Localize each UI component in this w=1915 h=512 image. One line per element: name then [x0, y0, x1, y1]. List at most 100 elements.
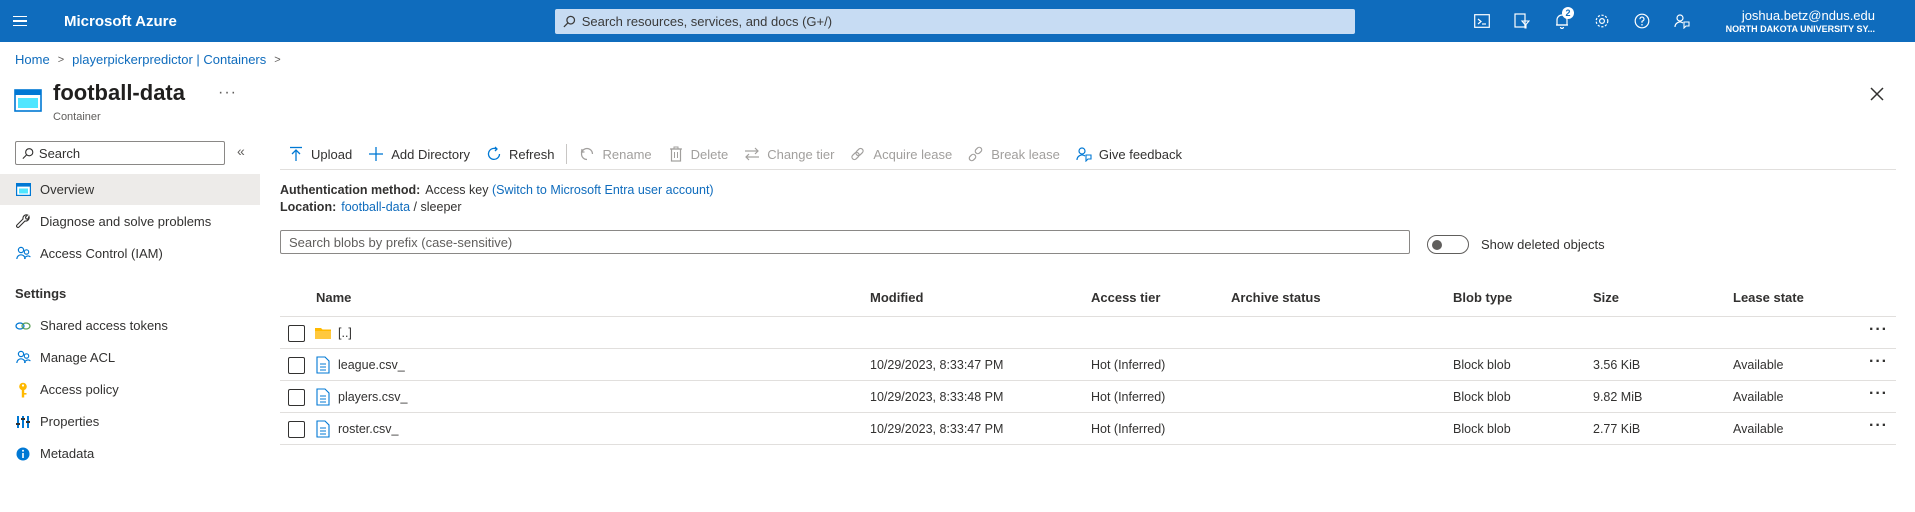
row-more-icon[interactable]: ···: [1869, 353, 1888, 371]
sidebar-item-overview[interactable]: Overview: [0, 174, 260, 205]
switch-auth-link[interactable]: (Switch to Microsoft Entra user account): [492, 183, 714, 197]
refresh-icon: [486, 146, 502, 162]
row-name[interactable]: players.csv_: [338, 390, 407, 404]
sidebar-item-metadata[interactable]: Metadata: [0, 438, 260, 469]
row-name[interactable]: league.csv_: [338, 358, 405, 372]
directory-filter-icon[interactable]: [1502, 0, 1542, 42]
column-header-lease-state[interactable]: Lease state: [1733, 290, 1804, 308]
breadcrumb-containers[interactable]: playerpickerpredictor | Containers: [72, 52, 266, 67]
lease-link-icon: [850, 146, 866, 162]
change-tier-button[interactable]: Change tier: [736, 142, 842, 166]
people-icon: [15, 350, 31, 366]
rename-button[interactable]: Rename: [571, 142, 659, 166]
trash-icon: [668, 146, 684, 162]
breadcrumb-home[interactable]: Home: [15, 52, 50, 67]
account-menu[interactable]: joshua.betz@ndus.edu NORTH DAKOTA UNIVER…: [1726, 8, 1875, 34]
sidebar-item-iam[interactable]: Access Control (IAM): [0, 238, 260, 269]
sidebar-item-diagnose[interactable]: Diagnose and solve problems: [0, 206, 260, 237]
column-header-archive-status[interactable]: Archive status: [1231, 290, 1321, 308]
show-deleted-toggle[interactable]: [1427, 235, 1469, 254]
close-icon[interactable]: [1867, 84, 1887, 104]
rename-icon: [579, 146, 595, 162]
row-checkbox[interactable]: [288, 389, 305, 406]
table-row-parent[interactable]: [..] ···: [280, 317, 1896, 349]
table-row[interactable]: league.csv_ 10/29/2023, 8:33:47 PM Hot (…: [280, 349, 1896, 381]
row-access-tier: Hot (Inferred): [1091, 390, 1166, 404]
brand-title[interactable]: Microsoft Azure: [64, 13, 177, 30]
give-feedback-button[interactable]: Give feedback: [1068, 142, 1190, 166]
acquire-lease-button[interactable]: Acquire lease: [842, 142, 960, 166]
row-blob-type: Block blob: [1453, 358, 1511, 372]
command-toolbar: Upload Add Directory Refresh Rename Dele…: [280, 142, 1190, 166]
page-title: football-data: [53, 80, 185, 105]
row-name[interactable]: roster.csv_: [338, 422, 398, 436]
row-lease-state: Available: [1733, 390, 1784, 404]
upload-label: Upload: [311, 146, 353, 162]
sidebar-item-manage-acl[interactable]: Manage ACL: [0, 342, 260, 373]
row-more-icon[interactable]: ···: [1869, 321, 1888, 339]
row-modified: 10/29/2023, 8:33:47 PM: [870, 422, 1004, 436]
row-lease-state: Available: [1733, 422, 1784, 436]
delete-label: Delete: [690, 146, 729, 162]
cloud-shell-icon[interactable]: [1462, 0, 1502, 42]
break-lease-button[interactable]: Break lease: [960, 142, 1068, 166]
file-icon: [316, 388, 330, 406]
sidebar-item-label: Access policy: [40, 382, 119, 397]
sidebar-item-label: Properties: [40, 414, 100, 429]
toolbar-divider-line: [280, 169, 1896, 170]
show-deleted-label: Show deleted objects: [1481, 237, 1605, 252]
sidebar-search[interactable]: [15, 141, 225, 165]
menu-icon[interactable]: [2, 0, 38, 42]
row-checkbox[interactable]: [288, 357, 305, 374]
sidebar-item-properties[interactable]: Properties: [0, 406, 260, 437]
row-more-icon[interactable]: ···: [1869, 417, 1888, 435]
location-separator: /: [413, 200, 418, 214]
breadcrumb: Home > playerpickerpredictor | Container…: [15, 52, 289, 67]
collapse-sidebar-icon[interactable]: «: [237, 143, 245, 159]
auth-method-line: Authentication method: Access key (Switch…: [280, 183, 714, 197]
help-icon[interactable]: [1622, 0, 1662, 42]
upload-button[interactable]: Upload: [280, 142, 360, 166]
change-tier-label: Change tier: [767, 146, 835, 162]
location-container-link[interactable]: football-data: [341, 200, 410, 214]
refresh-button[interactable]: Refresh: [478, 142, 563, 166]
row-checkbox[interactable]: [288, 325, 305, 342]
sidebar-item-access-policy[interactable]: Access policy: [0, 374, 260, 405]
blob-search-input[interactable]: [280, 230, 1410, 254]
sidebar-search-input[interactable]: [38, 145, 224, 161]
sidebar-item-label: Metadata: [40, 446, 95, 461]
sliders-icon: [15, 414, 31, 430]
location-label: Location:: [280, 200, 337, 214]
row-more-icon[interactable]: ···: [1869, 385, 1888, 403]
delete-button[interactable]: Delete: [660, 142, 737, 166]
column-header-name[interactable]: Name: [316, 290, 351, 308]
sidebar-item-label: Overview: [40, 182, 95, 197]
location-line: Location: football-data / sleeper: [280, 200, 462, 214]
column-header-access-tier[interactable]: Access tier: [1091, 290, 1160, 308]
add-directory-button[interactable]: Add Directory: [360, 142, 478, 166]
table-row[interactable]: players.csv_ 10/29/2023, 8:33:48 PM Hot …: [280, 381, 1896, 413]
global-search-input[interactable]: [581, 14, 1355, 29]
global-search-box[interactable]: [555, 9, 1355, 34]
notifications-icon[interactable]: 2: [1542, 0, 1582, 42]
feedback-icon[interactable]: [1662, 0, 1702, 42]
notification-badge: 2: [1562, 7, 1574, 19]
row-name[interactable]: [..]: [338, 326, 352, 340]
row-blob-type: Block blob: [1453, 422, 1511, 436]
column-header-blob-type[interactable]: Blob type: [1453, 290, 1512, 308]
sidebar-item-shared-access-tokens[interactable]: Shared access tokens: [0, 310, 260, 341]
row-checkbox[interactable]: [288, 421, 305, 438]
auth-method-label: Authentication method:: [280, 183, 421, 197]
account-email: joshua.betz@ndus.edu: [1741, 8, 1875, 23]
plus-icon: [368, 146, 384, 162]
more-options-icon[interactable]: ···: [218, 84, 237, 102]
column-header-size[interactable]: Size: [1593, 290, 1619, 308]
page-subtitle: Container: [53, 111, 101, 123]
key-icon: [15, 382, 31, 398]
settings-gear-icon[interactable]: [1582, 0, 1622, 42]
add-directory-label: Add Directory: [391, 146, 470, 162]
table-row[interactable]: roster.csv_ 10/29/2023, 8:33:47 PM Hot (…: [280, 413, 1896, 445]
column-header-modified[interactable]: Modified: [870, 290, 923, 308]
toolbar-divider: [566, 144, 568, 164]
swap-arrows-icon: [744, 146, 760, 162]
